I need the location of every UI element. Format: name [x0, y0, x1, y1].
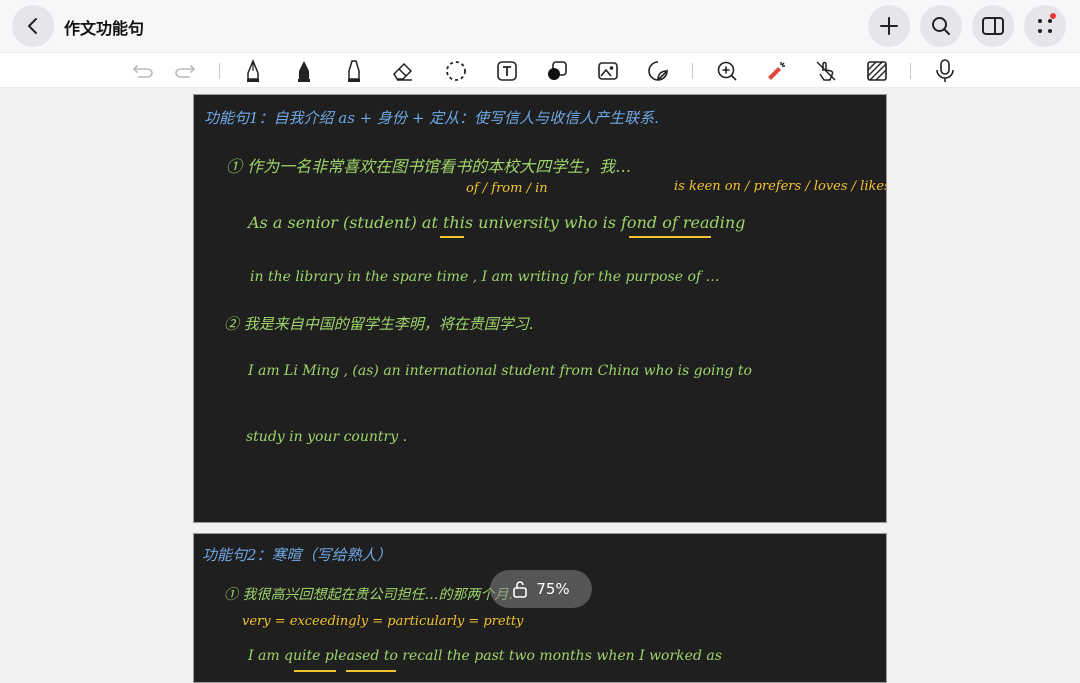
- undo-button[interactable]: [130, 58, 156, 84]
- plus-icon: [880, 17, 898, 35]
- more-button[interactable]: [1024, 5, 1066, 47]
- sidebar-icon: [982, 17, 1004, 35]
- chevron-left-icon: [28, 18, 37, 34]
- item1-annotation-of: of / from / in: [466, 181, 548, 196]
- undo-icon: [132, 65, 153, 78]
- toolbar-divider: [219, 63, 220, 79]
- add-button[interactable]: [868, 5, 910, 47]
- top-bar: 作文功能句: [0, 0, 1080, 52]
- underline-quite: [294, 670, 336, 672]
- redo-button[interactable]: [172, 58, 198, 84]
- search-icon: [932, 17, 950, 35]
- lasso-icon: [446, 61, 466, 81]
- highlighter-icon: [348, 60, 360, 82]
- pattern-icon: [867, 61, 887, 81]
- item2-chinese: ② 我是来自中国的留学生李明，将在贵国学习.: [224, 315, 534, 333]
- section-heading-2: 功能句2：寒暄（写给熟人）: [202, 546, 392, 564]
- sidebar-toggle-button[interactable]: [972, 5, 1014, 47]
- back-button[interactable]: [12, 5, 54, 47]
- shape-tool[interactable]: [544, 58, 570, 84]
- zoom-level: 75%: [536, 580, 570, 598]
- note-page-2[interactable]: 功能句2：寒暄（写给熟人） ① 我很高兴回想起在贵公司担任…的那两个月. ver…: [193, 533, 887, 683]
- marker-tool[interactable]: [291, 58, 317, 84]
- top-actions: [868, 5, 1066, 47]
- underline-at: [440, 236, 464, 238]
- note-page-1[interactable]: 功能句1：自我介绍 as + 身份 + 定从：使写信人与收信人产生联系. ① 作…: [193, 94, 887, 523]
- image-tool[interactable]: [595, 58, 621, 84]
- item1-chinese: ① 作为一名非常喜欢在图书馆看书的本校大四学生，我…: [226, 157, 632, 176]
- hand-touch-icon: [816, 61, 836, 81]
- underline-is-fond-of: [629, 236, 711, 238]
- lasso-tool[interactable]: [443, 58, 469, 84]
- tool-bar: [0, 52, 1080, 88]
- marker-icon: [298, 61, 310, 82]
- redo-icon: [175, 65, 196, 78]
- laser-pointer-tool[interactable]: [763, 58, 789, 84]
- touch-draw-toggle[interactable]: [813, 58, 839, 84]
- fountain-pen-icon: [247, 59, 259, 82]
- zoom-tool[interactable]: [714, 58, 740, 84]
- eraser-tool[interactable]: [390, 58, 416, 84]
- zoom-indicator[interactable]: 75%: [490, 570, 592, 608]
- page2-item1-annotation: very = exceedingly = particularly = pret…: [242, 614, 524, 629]
- notification-dot: [1050, 13, 1056, 19]
- microphone-icon: [936, 59, 954, 82]
- toolbar-divider: [910, 63, 911, 79]
- section-heading-1: 功能句1：自我介绍 as + 身份 + 定从：使写信人与收信人产生联系.: [204, 109, 659, 127]
- text-box-icon: [497, 61, 517, 81]
- item2-english-line1: I am Li Ming , (as) an international stu…: [248, 363, 752, 379]
- toolbar-divider: [692, 63, 693, 79]
- underline-pleased: [346, 670, 396, 672]
- sticker-tool[interactable]: [645, 58, 671, 84]
- item1-english-line1: As a senior (student) at this university…: [248, 213, 746, 232]
- item1-english-line2: in the library in the spare time , I am …: [250, 269, 720, 285]
- text-tool[interactable]: [494, 58, 520, 84]
- page-title: 作文功能句: [64, 19, 145, 38]
- zoom-icon: [717, 61, 737, 81]
- pattern-tool[interactable]: [864, 58, 890, 84]
- page2-item1-chinese: ① 我很高兴回想起在贵公司担任…的那两个月.: [224, 587, 513, 603]
- item1-annotation-keen: is keen on / prefers / loves / likes: [674, 179, 887, 194]
- laser-pointer-icon: [768, 62, 785, 80]
- item2-english-line2: study in your country .: [246, 429, 408, 445]
- shape-icon: [548, 61, 567, 80]
- image-icon: [598, 62, 618, 80]
- voice-record-button[interactable]: [932, 58, 958, 84]
- eraser-icon: [393, 62, 413, 81]
- search-button[interactable]: [920, 5, 962, 47]
- sticker-icon: [648, 61, 668, 81]
- pen-tool[interactable]: [240, 58, 266, 84]
- highlighter-tool[interactable]: [341, 58, 367, 84]
- lock-icon: [513, 581, 528, 598]
- page2-item1-english-line1: I am quite pleased to recall the past tw…: [248, 648, 722, 664]
